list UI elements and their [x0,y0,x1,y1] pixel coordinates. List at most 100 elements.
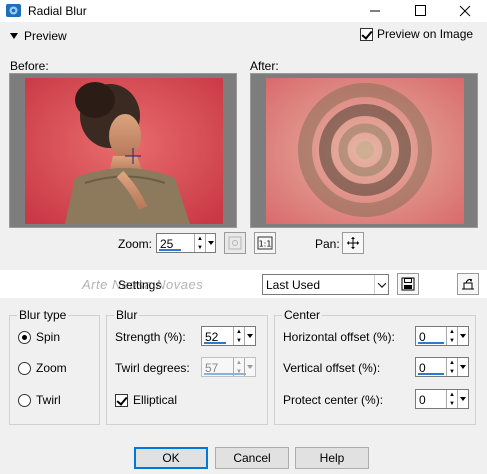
pan-label: Pan: [315,237,340,251]
window-title: Radial Blur [28,4,87,18]
zoom-stepper[interactable]: 25 ▲ ▼ [156,233,216,253]
before-image [25,78,223,224]
close-icon [459,5,471,17]
strength-underline [204,342,226,344]
spin-down-icon[interactable]: ▼ [446,336,457,345]
close-button[interactable] [442,0,487,22]
blur-type-spin-option[interactable]: Spin [18,330,60,344]
elliptical-label: Elliptical [133,393,178,407]
dropdown-arrow-icon [207,241,214,245]
maximize-icon [415,5,426,16]
spin-up-icon[interactable]: ▲ [194,234,205,243]
pan-button[interactable] [342,232,364,254]
elliptical-check[interactable] [115,393,128,407]
protect-center-value: 0 [419,393,426,407]
blur-type-group: Blur type Spin Zoom Twirl [9,308,100,425]
reset-icon [462,278,474,290]
spin-up-icon[interactable]: ▲ [233,358,244,367]
preset-select[interactable]: Last Used [262,274,389,295]
protect-center-stepper[interactable]: 0 ▲ ▼ [415,389,469,409]
dropdown-arrow-icon [459,334,466,338]
after-image [266,78,464,224]
zoom-label: Zoom: [118,237,153,251]
zoom-fit-button[interactable] [224,232,246,254]
elliptical-checkbox[interactable]: Elliptical [115,393,177,407]
preset-dropdown-button[interactable] [374,275,388,294]
horizontal-dropdown-button[interactable] [457,327,467,345]
blur-title: Blur [114,308,140,322]
protect-spin-buttons[interactable]: ▲ ▼ [446,390,457,408]
zoom-option-label: Zoom [36,361,67,375]
ok-button[interactable]: OK [134,447,208,469]
dropdown-arrow-icon [246,365,253,369]
zoom-actual-size-button[interactable]: 1:1 [254,232,276,254]
settings-label: Settings [118,278,162,292]
horizontal-offset-label: Horizontal offset (%): [283,330,395,344]
horizontal-underline [418,342,444,344]
preview-on-image-check[interactable] [360,27,373,41]
zoom-spin-buttons[interactable]: ▲ ▼ [194,234,205,252]
save-preset-button[interactable] [397,273,419,295]
strength-dropdown-button[interactable] [244,327,254,345]
after-label: After: [250,59,279,73]
preview-on-image-checkbox[interactable]: Preview on Image [360,27,473,41]
spin-up-icon[interactable]: ▲ [446,390,457,399]
chevron-down-icon [377,278,386,288]
center-title: Center [282,308,323,322]
twirl-degrees-label: Twirl degrees: [115,361,190,375]
after-preview [250,73,478,228]
twirl-dropdown-button[interactable] [244,358,254,376]
vertical-offset-stepper[interactable]: 0 ▲ ▼ [415,357,469,377]
title-bar: Radial Blur [0,0,487,22]
dropdown-arrow-icon [459,397,466,401]
spin-up-icon[interactable]: ▲ [446,358,457,367]
zoom-radio[interactable] [18,361,31,375]
vertical-underline [418,373,444,375]
spin-radio[interactable] [18,330,31,344]
preset-value: Last Used [266,278,321,292]
preview-on-image-label: Preview on Image [377,27,474,41]
before-preview[interactable] [9,73,237,228]
vertical-offset-label: Vertical offset (%): [283,361,381,375]
spin-down-icon[interactable]: ▼ [446,367,457,376]
spin-up-icon[interactable]: ▲ [446,327,457,336]
help-button[interactable]: Help [295,447,369,469]
vertical-spin-buttons[interactable]: ▲ ▼ [446,358,457,376]
move-icon [347,237,359,249]
reset-preset-button[interactable] [457,273,479,295]
minimize-button[interactable] [352,0,397,22]
save-icon [401,277,415,291]
horizontal-offset-stepper[interactable]: 0 ▲ ▼ [415,326,469,346]
zoom-underline [159,249,181,251]
vertical-dropdown-button[interactable] [457,358,467,376]
spin-label: Spin [36,330,61,344]
spin-up-icon[interactable]: ▲ [233,327,244,336]
center-group: Center Horizontal offset (%): 0 ▲ ▼ Vert… [274,308,476,425]
dropdown-arrow-icon [246,334,253,338]
dropdown-arrow-icon [459,365,466,369]
spin-down-icon[interactable]: ▼ [233,367,244,376]
spin-down-icon[interactable]: ▼ [233,336,244,345]
twirl-spin-buttons[interactable]: ▲ ▼ [233,358,244,376]
blur-group: Blur Strength (%): 52 ▲ ▼ Twirl degrees:… [106,308,268,425]
cancel-button[interactable]: Cancel [215,447,289,469]
actual-size-icon: 1:1 [257,236,273,250]
protect-dropdown-button[interactable] [457,390,467,408]
twirl-degrees-stepper[interactable]: 57 ▲ ▼ [201,357,256,377]
protect-center-label: Protect center (%): [283,393,384,407]
twirl-radio[interactable] [18,393,31,407]
blur-type-zoom-option[interactable]: Zoom [18,361,67,375]
strength-stepper[interactable]: 52 ▲ ▼ [201,326,256,346]
preview-toggle-label: Preview [24,29,67,43]
blur-type-title: Blur type [17,308,69,322]
twirl-label: Twirl [36,393,61,407]
svg-text:1:1: 1:1 [259,240,272,249]
strength-spin-buttons[interactable]: ▲ ▼ [233,327,244,345]
spin-down-icon[interactable]: ▼ [194,243,205,252]
preview-toggle[interactable]: Preview [10,28,67,44]
horizontal-spin-buttons[interactable]: ▲ ▼ [446,327,457,345]
blur-type-twirl-option[interactable]: Twirl [18,393,61,407]
maximize-button[interactable] [397,0,442,22]
zoom-dropdown-button[interactable] [205,234,215,252]
spin-down-icon[interactable]: ▼ [446,399,457,408]
